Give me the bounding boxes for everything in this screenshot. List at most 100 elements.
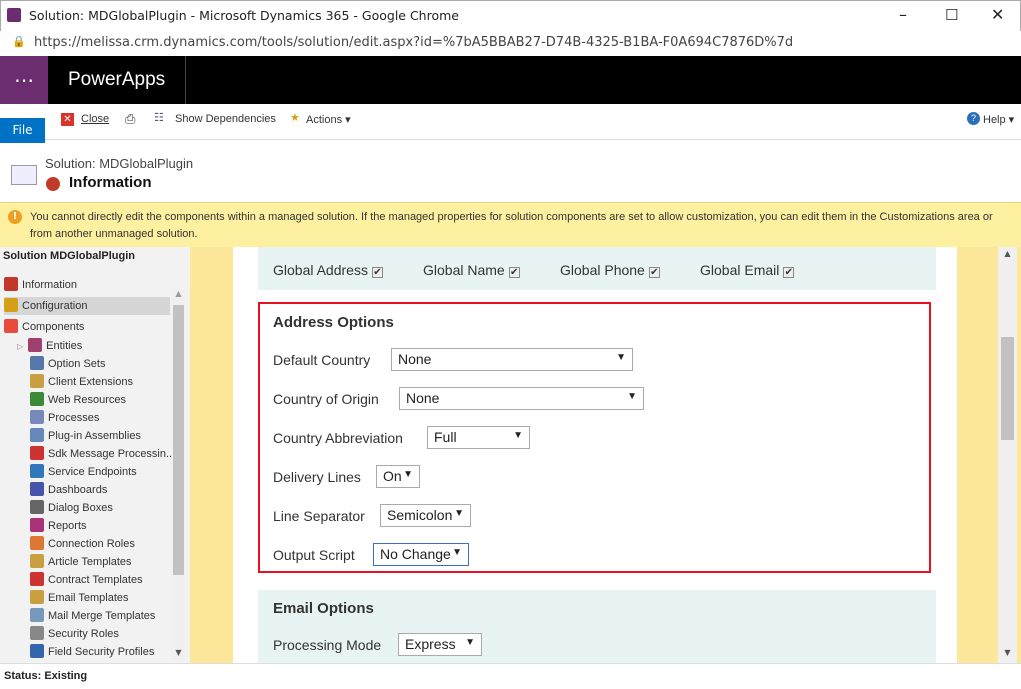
sidebar-item-email-templates[interactable]: Email Templates <box>30 589 129 607</box>
sidebar-item-dashboards[interactable]: Dashboards <box>30 481 107 499</box>
global-checkbox-0[interactable]: Global Address ✔ <box>273 262 383 278</box>
checkbox[interactable]: ✔ <box>371 267 383 278</box>
sidebar-item-label: Components <box>22 321 85 333</box>
sidebar-item-reports[interactable]: Reports <box>30 517 87 535</box>
sidebar-item-plug-in-assemblies[interactable]: Plug-in Assemblies <box>30 427 141 445</box>
global-checkbox-2[interactable]: Global Phone ✔ <box>560 262 660 278</box>
service-endpoints-icon <box>30 464 44 478</box>
country-of-origin-value: None <box>406 390 440 406</box>
global-label: Global Address <box>273 262 368 278</box>
sidebar-item-label: Web Resources <box>48 394 127 406</box>
warning-banner: ! You cannot directly edit the component… <box>0 202 1021 247</box>
sidebar-item-label: Processes <box>48 412 100 424</box>
window-title: Solution: MDGlobalPlugin - Microsoft Dyn… <box>29 8 459 23</box>
sidebar-item-entities[interactable]: ▷ Entities <box>17 337 82 355</box>
maximize-button[interactable]: ☐ <box>945 6 958 24</box>
sidebar-item-client-extensions[interactable]: Client Extensions <box>30 373 133 391</box>
sidebar-item-label: Dialog Boxes <box>48 502 113 514</box>
entities-icon <box>28 338 43 352</box>
option-sets-icon <box>30 356 44 370</box>
sidebar-item-web-resources[interactable]: Web Resources <box>30 391 126 409</box>
sidebar: Solution MDGlobalPlugin Information Confi… <box>0 247 197 663</box>
help-button[interactable]: Help ▾ <box>983 113 1014 126</box>
global-label: Global Phone <box>560 262 645 278</box>
sidebar-item-field-security-profiles[interactable]: Field Security Profiles <box>30 643 154 661</box>
sidebar-item-mail-merge-templates[interactable]: Mail Merge Templates <box>30 607 155 625</box>
email-options-title: Email Options <box>273 600 374 617</box>
url-text[interactable]: https://melissa.crm.dynamics.com/tools/s… <box>34 35 793 50</box>
information-icon <box>46 177 60 191</box>
sidebar-item-configuration[interactable]: Configuration <box>4 297 170 315</box>
sidebar-item-label: Email Templates <box>48 592 129 604</box>
sidebar-item-service-endpoints[interactable]: Service Endpoints <box>30 463 137 481</box>
delivery-lines-value: On <box>383 468 402 484</box>
expand-icon[interactable]: ▷ <box>17 342 23 351</box>
dependencies-icon: ☷ <box>154 112 164 124</box>
sdk-message-processin-icon <box>30 446 44 460</box>
delivery-lines-select[interactable]: On ▼ <box>376 465 420 488</box>
address-bar[interactable]: 🔒 https://melissa.crm.dynamics.com/tools… <box>0 31 1021 56</box>
country-abbreviation-select[interactable]: Full ▼ <box>427 426 530 449</box>
show-dependencies-button[interactable]: Show Dependencies <box>175 113 276 125</box>
sidebar-item-label: Sdk Message Processin... <box>48 448 176 460</box>
actions-icon: ★ <box>290 112 300 124</box>
file-button[interactable]: File <box>0 118 45 143</box>
sidebar-scrollbar[interactable]: ▲ ▼ <box>172 289 185 661</box>
sidebar-item-label: Plug-in Assemblies <box>48 430 141 442</box>
sidebar-item-connection-roles[interactable]: Connection Roles <box>30 535 135 553</box>
checkbox[interactable]: ✔ <box>648 267 660 278</box>
plug-in-assemblies-icon <box>30 428 44 442</box>
sidebar-item-sdk-message-processin[interactable]: Sdk Message Processin... <box>30 445 175 463</box>
sidebar-item-label: Article Templates <box>48 556 132 568</box>
country-abbreviation-label: Country Abbreviation <box>273 430 403 446</box>
checkbox[interactable]: ✔ <box>783 267 795 278</box>
sidebar-item-article-templates[interactable]: Article Templates <box>30 553 132 571</box>
print-icon[interactable]: ⎙ <box>125 111 135 127</box>
line-separator-select[interactable]: Semicolon ▼ <box>380 504 471 527</box>
sidebar-item-label: Mail Merge Templates <box>48 610 156 622</box>
information-icon <box>4 277 18 291</box>
close-button[interactable]: Close <box>81 113 109 125</box>
minimize-button[interactable]: – <box>899 5 907 24</box>
lock-icon: 🔒 <box>12 35 26 48</box>
sidebar-item-option-sets[interactable]: Option Sets <box>30 355 105 373</box>
output-script-select[interactable]: No Change ▼ <box>373 543 469 566</box>
form-panel: Global Address ✔ Global Name ✔ Global Phone ✔… <box>233 247 957 663</box>
sidebar-title: Solution MDGlobalPlugin <box>3 250 135 262</box>
default-country-select[interactable]: None ▼ <box>391 348 633 371</box>
web-resources-icon <box>30 392 44 406</box>
sidebar-item-components[interactable]: Components <box>4 318 170 336</box>
sidebar-item-contract-templates[interactable]: Contract Templates <box>30 571 143 589</box>
global-checkbox-3[interactable]: Global Email ✔ <box>700 262 795 278</box>
line-separator-value: Semicolon <box>387 507 453 523</box>
help-label: Help <box>983 114 1006 126</box>
sidebar-item-label: Security Roles <box>48 628 119 640</box>
processing-mode-label: Processing Mode <box>273 637 382 653</box>
actions-button[interactable]: Actions ▾ <box>306 113 351 126</box>
sidebar-item-security-roles[interactable]: Security Roles <box>30 625 119 643</box>
dialog-boxes-icon <box>30 500 44 514</box>
checkbox[interactable]: ✔ <box>508 267 520 278</box>
components-icon <box>4 319 18 333</box>
global-checkbox-1[interactable]: Global Name ✔ <box>423 262 520 278</box>
command-bar: File ✕ Close ⎙ ☷ Show Dependencies ★ Act… <box>0 104 1021 143</box>
sidebar-item-information[interactable]: Information <box>4 276 170 294</box>
close-window-button[interactable]: ✕ <box>991 5 1004 24</box>
sidebar-item-label: Configuration <box>22 300 88 312</box>
app-launcher-icon[interactable]: ⋯ <box>0 56 48 104</box>
form-scrollbar[interactable]: ▲ ▼ <box>998 247 1017 663</box>
close-icon: ✕ <box>61 113 74 126</box>
app-bar: ⋯ PowerApps <box>0 56 1021 104</box>
sidebar-item-dialog-boxes[interactable]: Dialog Boxes <box>30 499 113 517</box>
email-options-section: Email Options Processing Mode Express ▼ <box>258 590 936 663</box>
solution-name: Solution: MDGlobalPlugin <box>45 156 194 171</box>
email-templates-icon <box>30 590 44 604</box>
country-of-origin-select[interactable]: None ▼ <box>399 387 644 410</box>
sidebar-item-processes[interactable]: Processes <box>30 409 99 427</box>
sidebar-item-label: Client Extensions <box>48 376 133 388</box>
processing-mode-select[interactable]: Express ▼ <box>398 633 482 656</box>
sidebar-item-label: Service Endpoints <box>48 466 137 478</box>
article-templates-icon <box>30 554 44 568</box>
app-name[interactable]: PowerApps <box>68 69 165 91</box>
output-script-value: No Change <box>380 546 451 562</box>
